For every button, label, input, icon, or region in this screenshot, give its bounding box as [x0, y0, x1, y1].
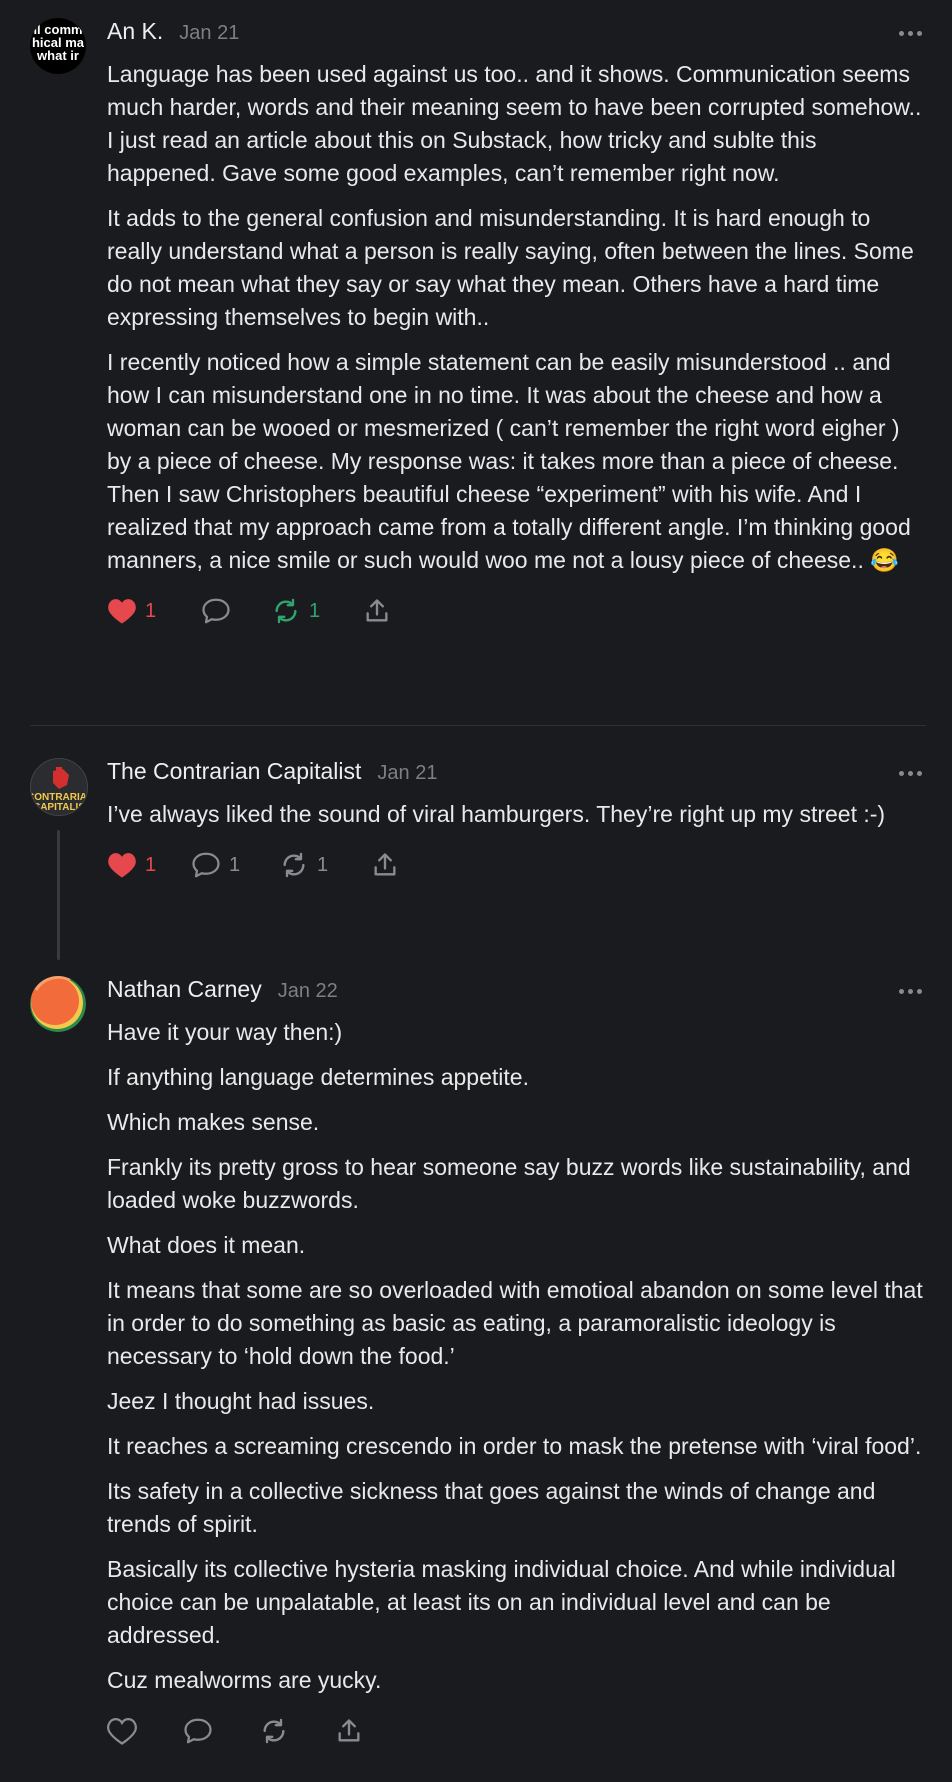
restack-count: 1 [317, 853, 329, 876]
like-button[interactable]: 1 [107, 851, 191, 879]
comment-nathan-carney: Nathan Carney Jan 22 Have it your way th… [0, 976, 952, 1751]
heart-icon [108, 599, 136, 624]
author-name[interactable]: The Contrarian Capitalist [107, 758, 361, 785]
reply-count: 1 [229, 853, 241, 876]
avatar[interactable] [30, 976, 86, 1032]
like-count: 1 [145, 599, 157, 622]
more-dots-icon[interactable] [899, 31, 922, 36]
comment-icon [192, 852, 220, 878]
comment-paragraph: Language has been used against us too.. … [107, 61, 922, 186]
comment-paragraph: Frankly its pretty gross to hear someone… [107, 1154, 911, 1213]
author-name[interactable]: An K. [107, 18, 163, 45]
avatar-image [30, 976, 86, 1032]
avatar[interactable]: ll comm hical ma what ir [30, 18, 86, 74]
comment-date[interactable]: Jan 21 [179, 22, 239, 45]
author-name[interactable]: Nathan Carney [107, 976, 262, 1003]
comment-divider [30, 725, 926, 726]
comment-header: An K. Jan 21 [107, 18, 926, 52]
restack-button[interactable]: 1 [279, 851, 371, 879]
comment-paragraph: Jeez I thought had issues. [107, 1388, 375, 1414]
more-dots-icon[interactable] [899, 771, 922, 776]
comment-paragraph: I’ve always liked the sound of viral ham… [107, 801, 886, 827]
comment-actions: 1 1 [107, 591, 926, 631]
comment-paragraph: If anything language determines appetite… [107, 1064, 529, 1090]
comment-paragraph: I recently noticed how a simple statemen… [107, 349, 911, 573]
comment-paragraph: Which makes sense. [107, 1109, 320, 1135]
share-icon [338, 1719, 360, 1742]
comment-paragraph: Have it your way then:) [107, 1019, 343, 1045]
avatar[interactable]: CONTRARIAN CAPITALIS [30, 758, 88, 816]
like-count: 1 [145, 853, 157, 876]
comment-paragraph: Its safety in a collective sickness that… [107, 1478, 876, 1537]
comment-icon [202, 598, 230, 624]
restack-icon [263, 1718, 285, 1744]
comment-header: The Contrarian Capitalist Jan 21 [107, 758, 926, 792]
comment-paragraph: Cuz mealworms are yucky. [107, 1667, 382, 1693]
comment-icon [184, 1718, 212, 1744]
share-icon [374, 853, 396, 876]
restack-icon [283, 852, 305, 878]
avatar-text: what ir [37, 48, 79, 63]
like-button[interactable]: 1 [107, 597, 201, 625]
share-button[interactable] [363, 597, 391, 625]
avatar-text: CAPITALIS [32, 802, 86, 813]
heart-icon [107, 1717, 137, 1745]
reply-button[interactable] [201, 597, 271, 625]
comment-paragraph: It means that some are so overloaded wit… [107, 1277, 923, 1369]
share-icon [366, 599, 388, 622]
reply-button[interactable] [183, 1717, 259, 1745]
comment-date[interactable]: Jan 21 [377, 762, 437, 785]
comment-actions: 1 1 1 [107, 845, 926, 885]
more-dots-icon[interactable] [899, 989, 922, 994]
restack-count: 1 [309, 599, 321, 622]
comment-date[interactable]: Jan 22 [278, 980, 338, 1003]
restack-icon [275, 598, 297, 624]
share-button[interactable] [335, 1717, 363, 1745]
comment-paragraph: It reaches a screaming crescendo in orde… [107, 1433, 922, 1459]
comment-contrarian-capitalist: CONTRARIAN CAPITALIS The Contrarian Capi… [0, 758, 952, 885]
comment-paragraph: It adds to the general confusion and mis… [107, 205, 914, 330]
comment-paragraph: What does it mean. [107, 1232, 306, 1258]
restack-button[interactable] [259, 1717, 335, 1745]
restack-button[interactable]: 1 [271, 597, 363, 625]
comment-paragraph: Basically its collective hysteria maskin… [107, 1556, 896, 1648]
heart-icon [108, 853, 136, 878]
like-button[interactable] [107, 1717, 183, 1745]
share-button[interactable] [371, 851, 399, 879]
comment-an-k: ll comm hical ma what ir An K. Jan 21 La… [0, 0, 952, 631]
reply-button[interactable]: 1 [191, 851, 279, 879]
comment-header: Nathan Carney Jan 22 [107, 976, 926, 1010]
comment-actions [107, 1711, 926, 1751]
